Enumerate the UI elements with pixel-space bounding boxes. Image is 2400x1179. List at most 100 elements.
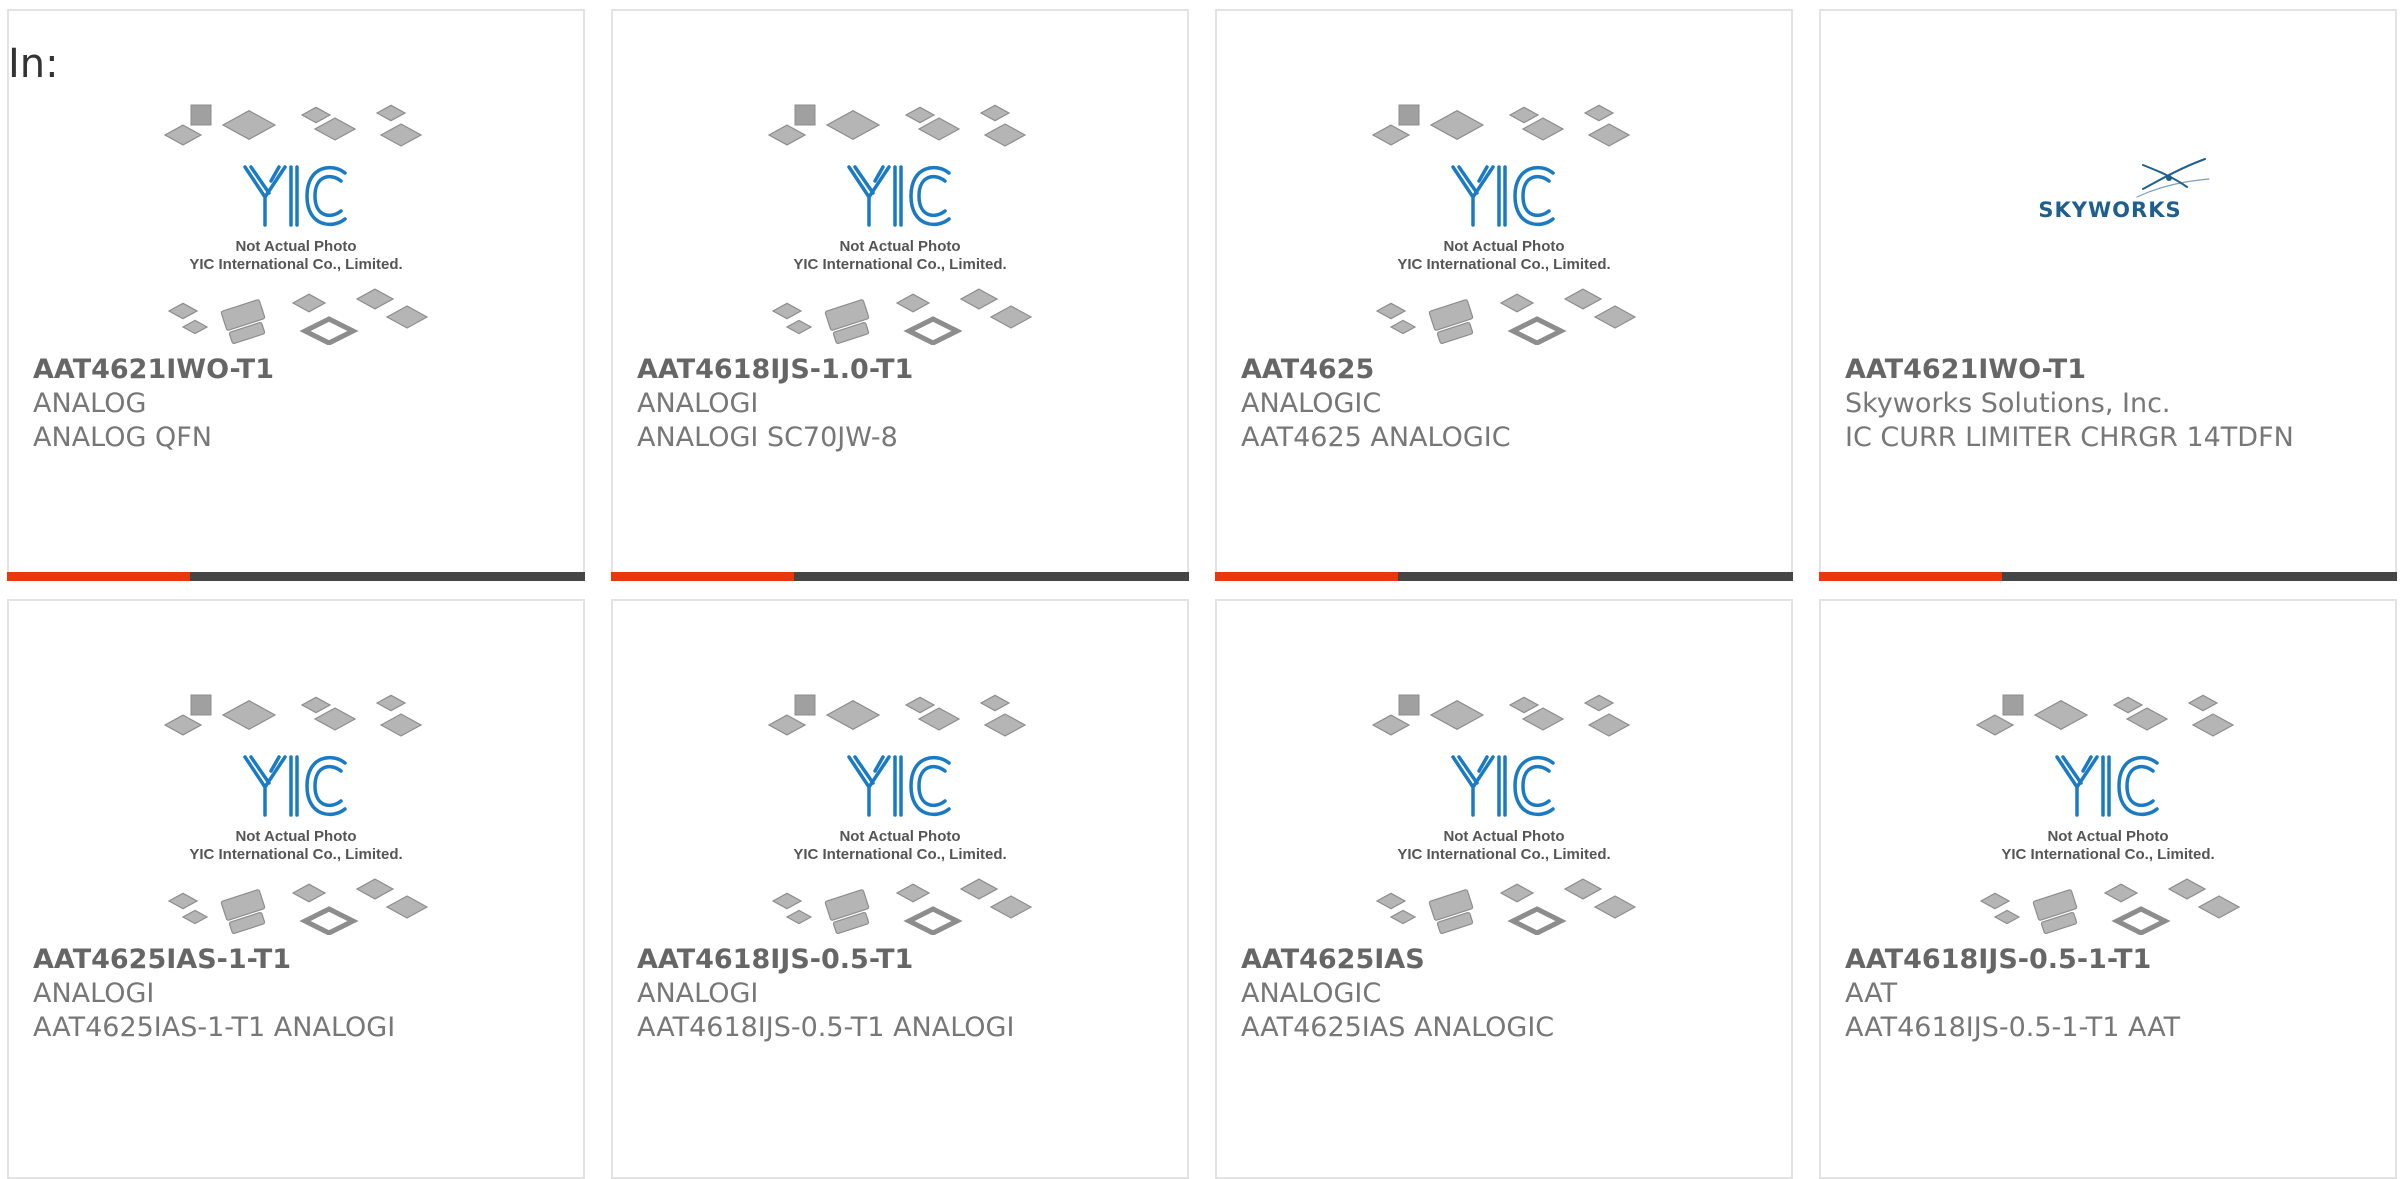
part-number-link[interactable]: AAT4618IJS-0.5-T1 [637, 943, 1167, 977]
chip-shape [300, 106, 332, 124]
chip-shape [917, 117, 961, 141]
placeholder-caption: Not Actual Photo [235, 828, 356, 845]
chip-shape [1389, 909, 1417, 925]
placeholder-company: YIC International Co., Limited. [1397, 846, 1610, 863]
chip-shape [190, 104, 212, 126]
chip-shape [2197, 895, 2241, 919]
product-image[interactable]: Not Actual Photo YIC International Co., L… [613, 691, 1187, 935]
product-card[interactable]: Not Actual Photo YIC International Co., L… [7, 9, 585, 581]
part-number-link[interactable]: AAT4618IJS-0.5-1-T1 [1845, 943, 2375, 977]
chip-shape [1371, 124, 1411, 146]
product-description: AAT4618IJS-0.5-1-T1 AAT [1845, 1012, 2181, 1043]
card-accent-bar [1215, 572, 1398, 581]
chip-shape [1563, 878, 1603, 900]
product-card[interactable]: Not Actual Photo YIC International Co., L… [611, 599, 1189, 1179]
placeholder-caption: Not Actual Photo [235, 238, 356, 255]
product-image[interactable]: SKYWORKS [1821, 101, 2395, 345]
chip-shape [989, 305, 1033, 329]
chip-shape [1398, 104, 1420, 126]
card-accent-bar [611, 572, 794, 581]
manufacturer-name: AAT [1845, 978, 1898, 1009]
chip-shape [785, 319, 813, 335]
chip-shape [825, 110, 881, 140]
chip-shape [299, 316, 359, 345]
chip-shape [903, 906, 963, 935]
product-image[interactable]: Not Actual Photo YIC International Co., L… [1217, 691, 1791, 935]
product-image[interactable]: Not Actual Photo YIC International Co., L… [1821, 691, 2395, 935]
chip-shape [895, 293, 931, 313]
placeholder-caption: Not Actual Photo [1443, 828, 1564, 845]
yic-logo [847, 755, 951, 817]
yic-logo [1451, 755, 1555, 817]
chip-shape [385, 305, 429, 329]
product-description: ANALOG QFN [33, 422, 212, 453]
manufacturer-name: ANALOGI [637, 388, 759, 419]
chip-shape [767, 124, 807, 146]
product-card[interactable]: Not Actual Photo YIC International Co., L… [611, 9, 1189, 581]
placeholder-company: YIC International Co., Limited. [2001, 846, 2214, 863]
manufacturer-name: ANALOG [33, 388, 147, 419]
chip-shape [983, 713, 1027, 737]
yic-placeholder-image: Not Actual PhotoYIC International Co., L… [1371, 694, 1637, 935]
yic-placeholder-image: Not Actual PhotoYIC International Co., L… [767, 104, 1033, 345]
yic-placeholder-image: Not Actual PhotoYIC International Co., L… [1975, 694, 2241, 935]
part-number-link[interactable]: AAT4625IAS [1241, 943, 1771, 977]
chip-shape [1507, 906, 1567, 935]
part-number-link[interactable]: AAT4621IWO-T1 [33, 353, 563, 387]
chip-shape [1375, 302, 1407, 320]
chip-shape [379, 123, 423, 147]
part-number-link[interactable]: AAT4618IJS-1.0-T1 [637, 353, 1167, 387]
product-card[interactable]: Not Actual Photo YIC International Co., L… [1215, 9, 1793, 581]
chip-shape [903, 316, 963, 345]
chip-shape [904, 696, 936, 714]
chip-shape [1587, 123, 1631, 147]
chip-shape [1507, 316, 1567, 345]
yic-logo [243, 755, 347, 817]
product-card[interactable]: SKYWORKS AAT4621IWO-T1 Skyworks Solution… [1819, 9, 2397, 581]
chip-shape [1508, 696, 1540, 714]
product-image[interactable]: Not Actual Photo YIC International Co., L… [9, 691, 583, 935]
chip-shape [2112, 696, 2144, 714]
chip-shape [785, 909, 813, 925]
chip-shape [983, 123, 1027, 147]
chip-shape [1583, 104, 1615, 122]
chip-shape [375, 104, 407, 122]
chip-shape [1975, 714, 2015, 736]
chip-shape [1499, 883, 1535, 903]
chip-shape [1993, 909, 2021, 925]
part-number-link[interactable]: AAT4625IAS-1-T1 [33, 943, 563, 977]
product-description: IC CURR LIMITER CHRGR 14TDFN [1845, 422, 2294, 453]
part-number-link[interactable]: AAT4625 [1241, 353, 1771, 387]
product-description: AAT4625IAS ANALOGIC [1241, 1012, 1555, 1043]
chip-shape [300, 696, 332, 714]
card-accent-bar [1819, 572, 2002, 581]
chip-shape [163, 124, 203, 146]
chip-shape [1583, 694, 1615, 712]
product-image[interactable]: Not Actual Photo YIC International Co., L… [9, 101, 583, 345]
product-card[interactable]: Not Actual Photo YIC International Co., L… [1819, 599, 2397, 1179]
chip-shape [1429, 700, 1485, 730]
product-card[interactable]: Not Actual Photo YIC International Co., L… [7, 599, 585, 1179]
part-number-link[interactable]: AAT4621IWO-T1 [1845, 353, 2375, 387]
product-description: AAT4618IJS-0.5-T1 ANALOGI [637, 1012, 1015, 1043]
chip-shape [904, 106, 936, 124]
chip-shape [771, 302, 803, 320]
yic-logo [243, 165, 347, 227]
skyworks-swoosh-icon [2136, 158, 2210, 198]
placeholder-company: YIC International Co., Limited. [189, 256, 402, 273]
skyworks-logo: SKYWORKS [2038, 158, 2210, 222]
product-card[interactable]: Not Actual Photo YIC International Co., L… [1215, 599, 1793, 1179]
product-description: ANALOGI SC70JW-8 [637, 422, 898, 453]
chip-shape [291, 293, 327, 313]
chip-shape [181, 909, 209, 925]
card-footer-bar [7, 572, 585, 581]
product-image[interactable]: Not Actual Photo YIC International Co., L… [1217, 101, 1791, 345]
placeholder-company: YIC International Co., Limited. [793, 846, 1006, 863]
product-image[interactable]: Not Actual Photo YIC International Co., L… [613, 101, 1187, 345]
yic-logo [2055, 755, 2159, 817]
skyworks-logo-text: SKYWORKS [2038, 198, 2181, 222]
card-footer-bar [1215, 572, 1793, 581]
chip-shape [1563, 288, 1603, 310]
manufacturer-name: Skyworks Solutions, Inc. [1845, 388, 2171, 419]
manufacturer-name: ANALOGIC [1241, 978, 1382, 1009]
